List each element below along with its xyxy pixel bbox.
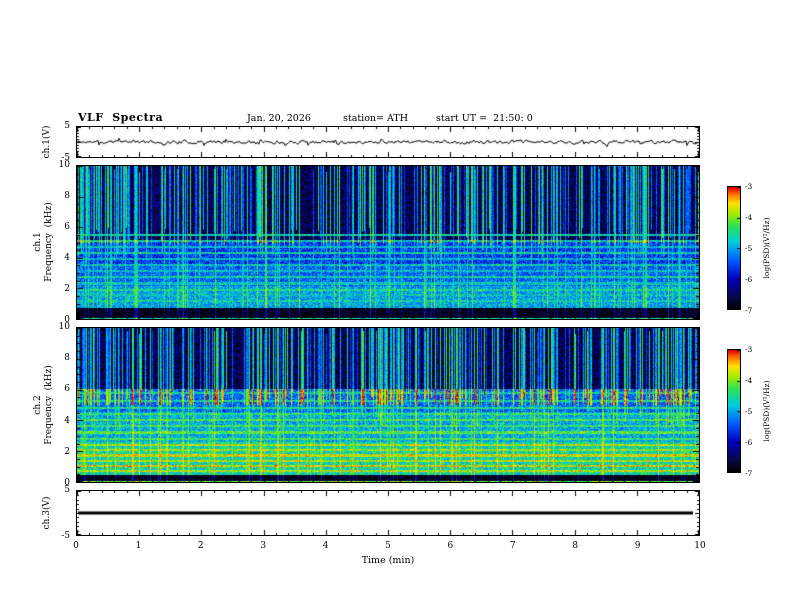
ch2-freq-tick-label: 4 [64,415,70,426]
x-tick-label: 10 [694,541,706,551]
plot-title: VLF Spectra [78,111,164,124]
ch1-waveform-panel [76,126,700,158]
colorbar2-tick-label: -4 [745,376,753,385]
colorbar1-tick-label: -6 [745,275,753,284]
colorbar1-canvas [728,187,740,309]
colorbar1-tick-label: -7 [745,306,753,315]
x-tick-label: 1 [135,541,142,551]
ch1-spectrogram-panel [76,165,700,320]
colorbar2-canvas [728,350,740,472]
ch1-freq-tick-label: 6 [64,222,70,232]
colorbar1-tick-label: -4 [745,213,753,222]
ch2-spectrogram-canvas [77,328,699,482]
ch1-freq-tick-label: 4 [64,253,70,263]
x-tick-label: 0 [73,541,79,551]
x-tick-label: 4 [322,541,329,551]
ch3-waveform-canvas [77,491,699,535]
ch1-freq-tick-label: 8 [64,191,70,201]
ch3-volt-tick-label: 5 [64,485,70,495]
colorbar1 [727,186,741,310]
time-axis-label: Time (min) [361,555,415,566]
ch3-volt-tick-label: -5 [61,531,70,541]
ch2-freq-tick-label: 6 [64,384,70,395]
ch2-freq-tick-label: 2 [64,446,70,457]
ch2-freq-tick-label: 8 [64,353,70,364]
colorbar2-tick-label: -3 [745,345,753,354]
x-tick-label: 7 [509,541,516,551]
x-tick-label: 2 [197,541,204,551]
colorbar1-tick-label: -3 [745,182,753,191]
ch3-voltage-axis-label-text: ch.3(V) [41,496,52,530]
ch1-waveform-canvas [77,127,699,157]
vlf-spectra-figure: VLF Spectra Jan. 20, 2026 station= ATH s… [0,0,792,612]
colorbar2 [727,349,741,473]
ch1-spectrogram-canvas [77,166,699,319]
colorbar2-tick-label: -5 [745,407,753,416]
x-tick-label: 8 [572,541,579,551]
ch1-freq-tick-label: 2 [64,284,70,294]
ch1-frequency-axis-label-line2: Frequency (kHz) [44,202,54,282]
colorbar2-tick-label: -7 [745,469,753,478]
x-tick-label: 3 [260,541,267,551]
ch1-volt-tick-label: -5 [61,153,70,163]
ch3-waveform-panel [76,490,700,536]
ch1-volt-tick-label: 5 [64,121,70,131]
start-ut-label: start UT = 21:50: 0 [436,113,533,124]
ch2-frequency-axis-label-line1: ch.2 [33,395,43,415]
colorbar2-tick-label: -6 [745,438,753,447]
ch2-spectrogram-panel [76,327,700,483]
station-label: station= ATH [343,113,408,124]
x-tick-label: 6 [447,541,454,551]
x-tick-label: 5 [385,541,391,551]
x-tick-label: 9 [634,541,641,551]
ch2-frequency-axis-label-line2: Frequency (kHz) [44,365,54,445]
colorbar1-tick-label: -5 [745,244,753,253]
ch1-frequency-axis-label-line1: ch.1 [33,232,43,252]
date-label: Jan. 20, 2026 [247,113,311,124]
ch2-freq-tick-label: 10 [58,322,70,332]
